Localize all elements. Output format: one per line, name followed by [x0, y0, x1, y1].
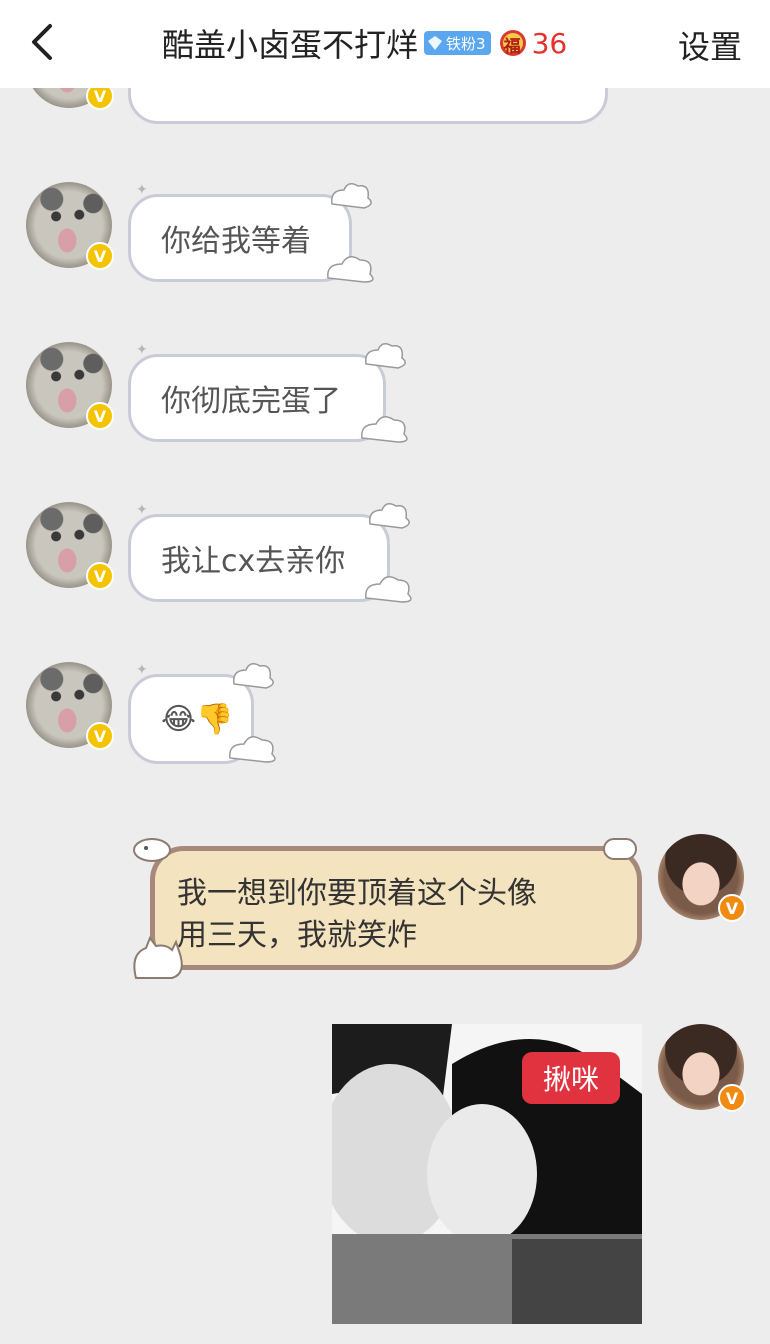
message-text: 你给我等着 — [161, 224, 311, 259]
avatar-girl[interactable]: V — [658, 1024, 746, 1112]
verified-badge: V — [86, 562, 114, 590]
message-bubble[interactable]: 你给我等着 — [128, 194, 352, 282]
diamond-icon — [428, 36, 443, 50]
settings-button[interactable]: 设置 — [678, 22, 742, 68]
fan-level-badge: 铁粉3 — [424, 31, 491, 55]
verified-badge: V — [86, 242, 114, 270]
verified-badge: V — [718, 1084, 746, 1112]
avatar-girl[interactable]: V — [658, 834, 746, 922]
meme-sticker-image[interactable]: 揪咪 — [332, 1024, 642, 1324]
avatar-pig[interactable]: V — [26, 662, 114, 750]
verified-badge: V — [86, 722, 114, 750]
sparkle-icon: ✦ — [136, 662, 148, 678]
message-emoji: 😂👎 — [161, 701, 234, 737]
bird-sticker-icon — [133, 838, 171, 862]
verified-badge: V — [86, 402, 114, 430]
chat-header: 酷盖小卤蛋不打烊 铁粉3 福 36 设置 — [0, 0, 770, 88]
verified-badge: V — [718, 894, 746, 922]
message-text-line: 我一想到你要顶着这个头像 — [177, 876, 537, 911]
cloud-sticker-icon — [365, 503, 412, 603]
back-arrow-icon[interactable] — [22, 20, 66, 64]
avatar-pig[interactable]: V — [26, 342, 114, 430]
cloud-sticker-icon — [229, 663, 276, 763]
avatar-pig[interactable]: V — [26, 182, 114, 270]
message-bubble[interactable]: 我让cx去亲你 — [128, 514, 390, 602]
chat-title: 酷盖小卤蛋不打烊 — [162, 26, 419, 64]
message-text: 你彻底完蛋了 — [161, 384, 341, 419]
chat-title-group[interactable]: 酷盖小卤蛋不打烊 铁粉3 福 36 — [162, 18, 567, 68]
cloud-sticker-icon — [327, 183, 374, 283]
message-bubble[interactable]: 你彻底完蛋了 — [128, 354, 386, 442]
ddl-tag-icon — [603, 838, 637, 860]
message-text: 我让cx去亲你 — [161, 544, 346, 579]
cat-sticker-icon — [133, 935, 183, 979]
cloud-sticker-icon — [361, 343, 408, 443]
fu-icon: 福 — [498, 28, 528, 58]
fan-level-label: 铁粉3 — [446, 34, 486, 53]
sparkle-icon: ✦ — [136, 342, 148, 358]
avatar-pig[interactable]: V — [26, 502, 114, 590]
sparkle-icon: ✦ — [136, 182, 148, 198]
sticker-caption: 揪咪 — [522, 1052, 620, 1104]
message-bubble-self[interactable]: 我一想到你要顶着这个头像 用三天，我就笑炸 — [150, 846, 642, 970]
sparkle-icon: ✦ — [136, 502, 148, 518]
fu-count: 36 — [531, 26, 568, 60]
message-text-line: 用三天，我就笑炸 — [177, 918, 417, 953]
